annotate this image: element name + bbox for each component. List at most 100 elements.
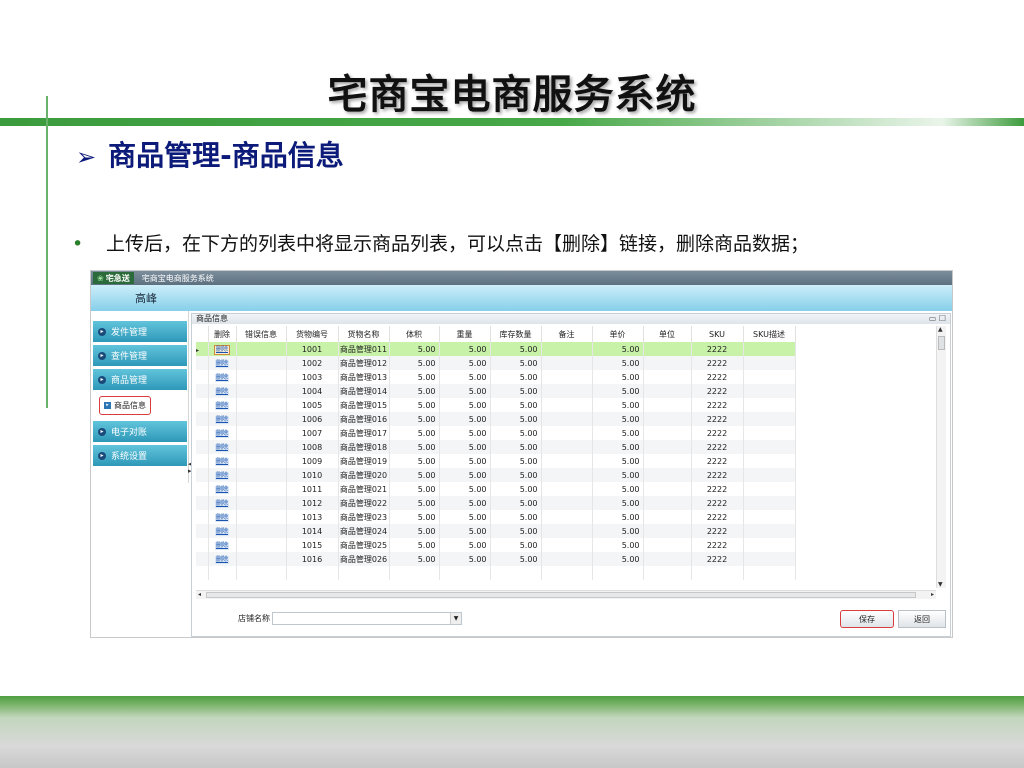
empty-cell [643, 482, 692, 496]
sidebar-item-products[interactable]: ▸ 商品管理 [93, 369, 187, 390]
delete-link[interactable]: 删除 [214, 500, 229, 508]
table-row[interactable]: 删除 1016 商品管理026 5.00 5.00 5.00 5.00 2222 [196, 552, 796, 566]
delete-link[interactable]: 删除 [214, 486, 229, 494]
delete-link[interactable]: 删除 [214, 416, 229, 424]
store-select[interactable]: ▼ [272, 612, 462, 625]
save-button[interactable]: 保存 [840, 610, 894, 628]
cell-wt: 5.00 [439, 552, 491, 566]
delete-link[interactable]: 删除 [213, 344, 230, 355]
column-header[interactable]: 货物编号 [286, 326, 339, 342]
delete-link[interactable]: 删除 [214, 360, 229, 368]
scroll-down-icon[interactable]: ▼ [938, 581, 943, 588]
delete-link[interactable]: 删除 [214, 374, 229, 382]
column-header[interactable]: 体积 [389, 326, 440, 342]
column-header[interactable]: 货物名称 [338, 326, 390, 342]
table-row[interactable]: 删除 1011 商品管理021 5.00 5.00 5.00 5.00 2222 [196, 482, 796, 496]
cell-name: 商品管理024 [338, 524, 390, 538]
empty-cell [236, 524, 287, 538]
table-row[interactable]: 删除 1014 商品管理024 5.00 5.00 5.00 5.00 2222 [196, 524, 796, 538]
empty-cell [541, 566, 593, 580]
empty-cell [236, 496, 287, 510]
empty-cell [196, 566, 209, 580]
table-row[interactable]: 删除 1003 商品管理013 5.00 5.00 5.00 5.00 2222 [196, 370, 796, 384]
column-header[interactable]: 错误信息 [236, 326, 287, 342]
column-header[interactable]: 单位 [643, 326, 692, 342]
delete-link[interactable]: 删除 [214, 402, 229, 410]
cell-sku: 2222 [691, 356, 744, 370]
table-row[interactable]: 删除 1009 商品管理019 5.00 5.00 5.00 5.00 2222 [196, 454, 796, 468]
column-header[interactable]: 删除 [208, 326, 237, 342]
table-row[interactable]: 删除 1002 商品管理012 5.00 5.00 5.00 5.00 2222 [196, 356, 796, 370]
empty-cell [643, 552, 692, 566]
empty-cell [743, 524, 796, 538]
section-title: 商品管理-商品信息 [108, 139, 344, 172]
empty-cell [236, 454, 287, 468]
table-row[interactable]: 删除 1005 商品管理015 5.00 5.00 5.00 5.00 2222 [196, 398, 796, 412]
cell-sku: 2222 [691, 342, 744, 356]
table-row[interactable]: ▸ 删除 1001 商品管理011 5.00 5.00 5.00 5.00 2222 [196, 342, 796, 356]
cell-wt: 5.00 [439, 454, 491, 468]
scroll-up-icon[interactable]: ▲ [938, 326, 943, 333]
delete-link[interactable]: 删除 [214, 514, 229, 522]
delete-link[interactable]: 删除 [214, 556, 229, 564]
column-header[interactable]: 重量 [439, 326, 491, 342]
sidebar-item-tracking[interactable]: ▸ 查件管理 [93, 345, 187, 366]
column-header[interactable]: 单价 [592, 326, 644, 342]
table-row[interactable]: 删除 1010 商品管理020 5.00 5.00 5.00 5.00 2222 [196, 468, 796, 482]
cell-wt: 5.00 [439, 412, 491, 426]
cell-stock: 5.00 [490, 482, 542, 496]
table-row[interactable]: 删除 1004 商品管理014 5.00 5.00 5.00 5.00 2222 [196, 384, 796, 398]
sidebar-item-reconciliation[interactable]: ▸ 电子对账 [93, 421, 187, 442]
empty-cell [643, 440, 692, 454]
column-header[interactable]: 备注 [541, 326, 593, 342]
column-header[interactable]: 库存数量 [490, 326, 542, 342]
cell-stock: 5.00 [490, 370, 542, 384]
row-indicator [196, 384, 209, 398]
sidebar-item-label: 系统设置 [111, 452, 148, 462]
sidebar-item-shipping[interactable]: ▸ 发件管理 [93, 321, 187, 342]
cell-sku: 2222 [691, 496, 744, 510]
empty-cell [236, 552, 287, 566]
horizontal-scrollbar[interactable]: ◂ ▸ [196, 590, 936, 599]
delete-link[interactable]: 删除 [214, 388, 229, 396]
scroll-left-icon[interactable]: ◂ [198, 591, 201, 598]
scroll-right-icon[interactable]: ▸ [931, 591, 934, 598]
empty-cell [236, 398, 287, 412]
table-row[interactable]: 删除 1008 商品管理018 5.00 5.00 5.00 5.00 2222 [196, 440, 796, 454]
delete-cell: 删除 [208, 496, 237, 510]
hscroll-thumb[interactable] [206, 592, 916, 598]
cell-stock: 5.00 [490, 426, 542, 440]
empty-cell [743, 356, 796, 370]
cell-stock: 5.00 [490, 454, 542, 468]
delete-link[interactable]: 删除 [214, 542, 229, 550]
cell-vol: 5.00 [389, 384, 440, 398]
delete-cell: 删除 [208, 440, 237, 454]
cell-vol: 5.00 [389, 468, 440, 482]
sidebar-item-settings[interactable]: ▸ 系统设置 [93, 445, 187, 466]
row-indicator [196, 468, 209, 482]
scroll-thumb[interactable] [938, 336, 945, 350]
table-row[interactable]: 删除 1012 商品管理022 5.00 5.00 5.00 5.00 2222 [196, 496, 796, 510]
cell-name: 商品管理025 [338, 538, 390, 552]
delete-link[interactable]: 删除 [214, 458, 229, 466]
empty-cell [541, 370, 593, 384]
cell-stock: 5.00 [490, 524, 542, 538]
cell-sku: 2222 [691, 454, 744, 468]
table-row[interactable]: 删除 1007 商品管理017 5.00 5.00 5.00 5.00 2222 [196, 426, 796, 440]
table-row[interactable]: 删除 1015 商品管理025 5.00 5.00 5.00 5.00 2222 [196, 538, 796, 552]
sidebar-subitem-product-info[interactable]: ▸ 商品信息 [93, 393, 187, 417]
chevron-down-icon[interactable]: ▼ [450, 613, 461, 624]
table-row[interactable]: 删除 1013 商品管理023 5.00 5.00 5.00 5.00 2222 [196, 510, 796, 524]
column-header[interactable]: SKU描述 [743, 326, 796, 342]
vertical-scrollbar[interactable]: ▲ ▼ [936, 326, 946, 588]
back-button[interactable]: 返回 [898, 610, 946, 628]
delete-link[interactable]: 删除 [214, 472, 229, 480]
column-header[interactable]: SKU [691, 326, 744, 342]
delete-link[interactable]: 删除 [214, 444, 229, 452]
table-row[interactable]: 删除 1006 商品管理016 5.00 5.00 5.00 5.00 2222 [196, 412, 796, 426]
delete-link[interactable]: 删除 [214, 528, 229, 536]
cell-name: 商品管理020 [338, 468, 390, 482]
row-indicator [196, 524, 209, 538]
delete-link[interactable]: 删除 [214, 430, 229, 438]
panel-window-controls-icon[interactable]: ▭ ☐ [929, 314, 946, 324]
